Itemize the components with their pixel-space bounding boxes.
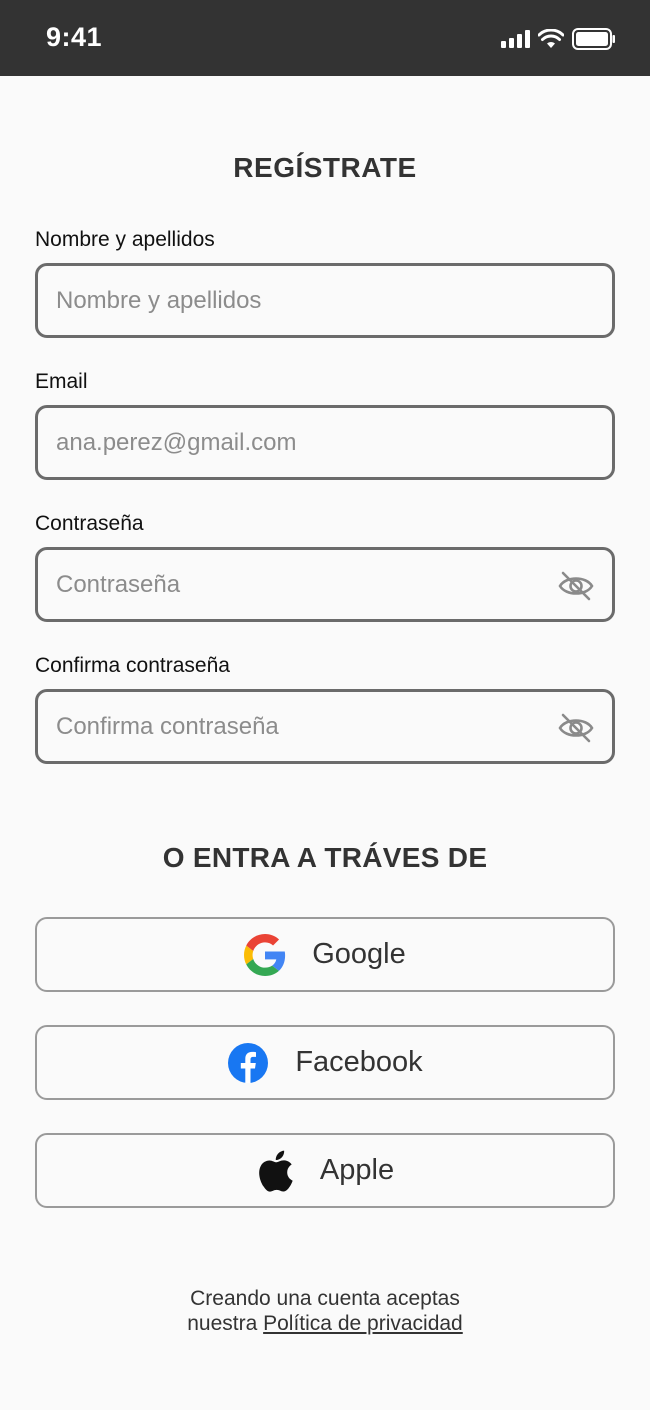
terms-line-1: Creando una cuenta aceptas: [190, 1287, 460, 1310]
terms-notice: Creando una cuenta aceptas nuestra Polít…: [0, 1286, 650, 1336]
apple-button-label: Apple: [319, 1154, 395, 1186]
terms-prefix: nuestra: [187, 1312, 258, 1335]
privacy-policy-link[interactable]: Política de privacidad: [263, 1312, 463, 1335]
password-label: Contraseña: [35, 512, 144, 535]
confirm-password-input[interactable]: [38, 692, 612, 761]
email-label: Email: [35, 370, 88, 393]
name-input[interactable]: [38, 266, 612, 335]
wifi-icon: [538, 29, 564, 48]
eye-off-icon[interactable]: [558, 570, 594, 602]
email-input[interactable]: [38, 408, 612, 477]
name-field-box: [35, 263, 615, 338]
page-title: REGÍSTRATE: [233, 152, 417, 183]
status-bar: 9:41: [0, 0, 650, 76]
confirm-password-field-box: [35, 689, 615, 764]
terms-line-2: nuestra Política de privacidad: [0, 1311, 650, 1336]
battery-icon: [572, 28, 615, 50]
cellular-signal-icon: [501, 30, 530, 48]
email-field-box: [35, 405, 615, 480]
facebook-button[interactable]: Facebook: [35, 1025, 615, 1100]
social-login-heading: O ENTRA A TRÁVES DE: [162, 842, 488, 873]
facebook-icon: [228, 1042, 269, 1083]
confirm-password-label: Confirma contraseña: [35, 654, 230, 677]
google-icon: [244, 933, 286, 976]
apple-icon: [259, 1150, 293, 1192]
name-label: Nombre y apellidos: [35, 228, 215, 251]
password-field-box: [35, 547, 615, 622]
eye-off-icon[interactable]: [558, 712, 594, 744]
facebook-button-label: Facebook: [295, 1046, 423, 1078]
status-time: 9:41: [46, 22, 103, 52]
google-button-label: Google: [312, 938, 406, 970]
password-input[interactable]: [38, 550, 612, 619]
google-button[interactable]: Google: [35, 917, 615, 992]
status-icons: [501, 28, 616, 50]
apple-button[interactable]: Apple: [35, 1133, 615, 1208]
